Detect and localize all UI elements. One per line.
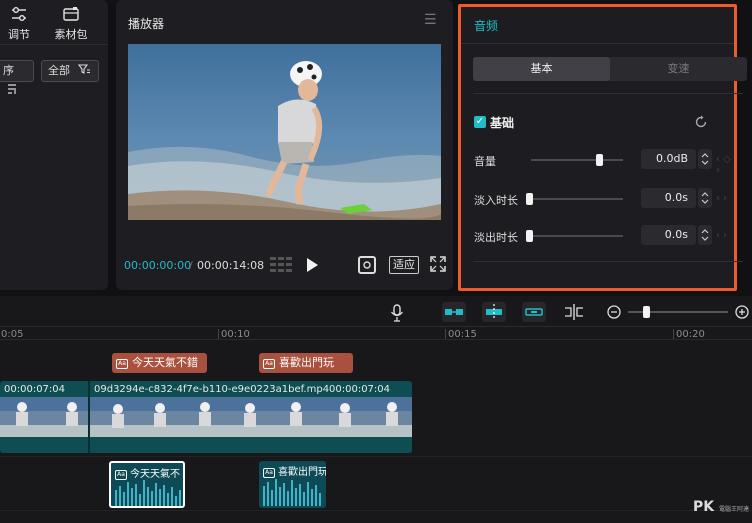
sort-label: 序 (3, 64, 14, 77)
package-tool-label: 素材包 (54, 28, 88, 41)
video-track-clip[interactable]: 00:00:07:04 09d3294e-c832-4f7e-b110-e9e0… (0, 381, 412, 453)
text-clip[interactable]: Aa 今天天氣不錯 (112, 353, 207, 373)
audio-panel: 音频 基本 变速 ✓ 基础 音量 0.0dB ‹ ◇ › 淡入时长 0.0s ‹… (458, 4, 747, 291)
text-clip[interactable]: Aa 喜歡出門玩 (259, 353, 353, 373)
basic-checkbox[interactable]: ✓ (474, 116, 486, 128)
screenshot-icon[interactable] (358, 256, 376, 274)
media-panel: 调节 素材包 序 全部 (0, 0, 108, 290)
clip-boundary (88, 381, 90, 453)
ruler-baseline (0, 339, 752, 340)
audio-tab-bar: 基本 变速 (473, 57, 747, 81)
sort-button[interactable]: 序 (0, 60, 34, 94)
basic-section-label: 基础 (490, 116, 515, 130)
fade-out-slider[interactable] (531, 235, 623, 237)
package-tool[interactable]: 素材包 (46, 6, 96, 42)
track-separator (0, 510, 752, 511)
fullscreen-icon[interactable] (430, 256, 446, 272)
current-time: 00:00:00:00 (124, 259, 192, 272)
package-icon (46, 6, 96, 26)
left-divider (0, 44, 108, 45)
adjust-tool-label: 调节 (8, 28, 30, 41)
play-button[interactable] (304, 256, 320, 274)
clip-duration: 00:00:07:04 (4, 384, 66, 395)
video-preview[interactable] (128, 44, 441, 220)
adjust-tool[interactable]: 调节 (0, 6, 44, 42)
filter-icon (77, 64, 90, 77)
text-clip-icon: Aa (116, 359, 128, 369)
track-separator (0, 456, 752, 457)
zoom-slider-handle[interactable] (643, 306, 650, 318)
microphone-icon[interactable] (390, 304, 404, 325)
audio-clip-selected[interactable]: Aa 今天天氣不 (109, 461, 185, 508)
sort-icon (7, 84, 17, 97)
fade-in-label: 淡入时长 (474, 194, 518, 207)
zoom-out-icon[interactable] (607, 305, 621, 322)
audio-panel-title: 音频 (474, 19, 499, 33)
fade-in-slider-handle[interactable] (526, 193, 533, 205)
filter-label: 全部 (48, 64, 70, 77)
zoom-in-icon[interactable] (735, 305, 749, 322)
fit-button[interactable]: 适应 (389, 256, 419, 274)
watermark-logo: PK 電腦王阿達 (693, 499, 749, 515)
tab-divider (473, 93, 743, 94)
fade-in-stepper[interactable] (698, 188, 712, 208)
audio-title-divider (461, 43, 734, 44)
fade-in-value-input[interactable]: 0.0s (641, 188, 696, 208)
watermark-text: PK (693, 499, 715, 515)
menu-icon[interactable]: ☰ (424, 12, 437, 28)
volume-value-input[interactable]: 0.0dB (641, 149, 696, 169)
total-time: 00:00:14:08 (197, 259, 265, 272)
volume-label: 音量 (474, 155, 496, 168)
player-panel: 播放器 ☰ 00:00:00:00 / 00:00:14:08 适应 (116, 0, 453, 290)
keyframe-nav-icon[interactable]: ‹ › (716, 193, 736, 204)
ruler-tick (673, 329, 674, 339)
filter-button[interactable]: 全部 (41, 60, 99, 82)
fade-out-value-input[interactable]: 0.0s (641, 225, 696, 245)
clip-duration: 00:00:07:04 (329, 384, 391, 395)
watermark-sub: 電腦王阿達 (718, 506, 749, 513)
fade-out-label: 淡出时长 (474, 231, 518, 244)
keyframe-nav-icon[interactable]: ‹ ◇ › (716, 154, 736, 176)
timeline-panel: 0:05 00:10 00:15 00:20 Aa 今天天氣不錯 Aa 喜歡出門玩 … (0, 296, 752, 523)
ruler-tick (445, 329, 446, 339)
player-title: 播放器 (128, 17, 165, 31)
time-separator: / (189, 259, 193, 272)
fade-out-stepper[interactable] (698, 225, 712, 245)
split-icon[interactable] (564, 304, 584, 323)
audio-clip[interactable]: Aa 喜歡出門玩 (259, 461, 326, 508)
preview-axis-icon[interactable] (522, 302, 546, 325)
waveform-grid-icon[interactable] (270, 257, 292, 273)
volume-slider[interactable] (531, 159, 623, 161)
tab-basic[interactable]: 基本 (473, 57, 610, 81)
text-clip-icon: Aa (263, 359, 275, 369)
ruler-tick (218, 329, 219, 339)
fade-out-slider-handle[interactable] (526, 230, 533, 242)
clip-filename: 09d3294e-c832-4f7e-b110-e9e0223a1bef.mp4 (94, 384, 330, 395)
snap-icon[interactable] (482, 302, 506, 325)
keyframe-nav-icon[interactable]: ‹ › (716, 230, 736, 241)
waveform (263, 479, 321, 506)
waveform (115, 480, 181, 506)
text-clip-label: 今天天氣不錯 (132, 356, 198, 369)
tab-speed[interactable]: 变速 (610, 57, 747, 81)
toolbar-divider (0, 326, 752, 327)
reset-icon[interactable] (694, 115, 708, 129)
audio-bottom-divider (473, 261, 743, 262)
fade-in-slider[interactable] (531, 198, 623, 200)
link-clips-icon[interactable] (442, 302, 466, 325)
sliders-icon (0, 6, 44, 26)
volume-stepper[interactable] (698, 149, 712, 169)
text-clip-label: 喜歡出門玩 (279, 356, 334, 369)
volume-slider-handle[interactable] (596, 154, 603, 166)
